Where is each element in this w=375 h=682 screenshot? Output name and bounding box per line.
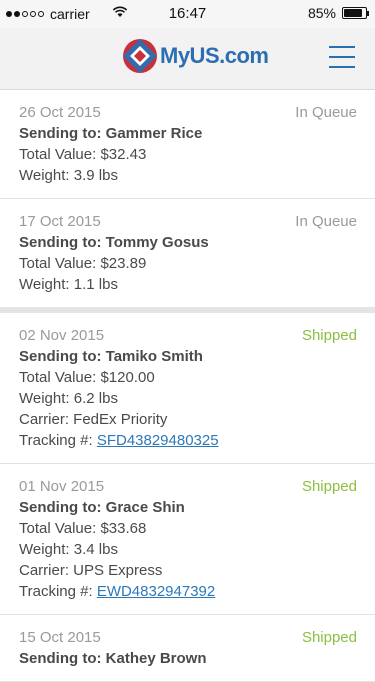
tracking-row: Tracking #: SFD43829480325 <box>19 430 357 451</box>
weight: Weight: 3.9 lbs <box>19 167 118 184</box>
weight: Weight: 1.1 lbs <box>19 276 118 293</box>
package-list: 26 Oct 2015 In Queue Sending to: Gammer … <box>0 90 375 682</box>
status-label: Shipped <box>301 327 357 344</box>
recipient: Sending to: Tommy Gosus <box>19 234 209 251</box>
total-value: Total Value: $23.89 <box>19 255 147 272</box>
package-card[interactable]: 02 Nov 2015 Shipped Sending to: Tamiko S… <box>0 313 375 464</box>
recipient: Sending to: Kathey Brown <box>19 650 207 667</box>
total-value: Total Value: $120.00 <box>19 369 155 386</box>
status-label: In Queue <box>295 104 357 121</box>
logo-globe-icon <box>123 39 157 73</box>
app-header: MyUS.com <box>0 28 375 90</box>
tracking-row: Tracking #: EWD4832947392 <box>19 581 357 602</box>
package-card[interactable]: 15 Oct 2015 Shipped Sending to: Kathey B… <box>0 615 375 682</box>
package-card[interactable]: 17 Oct 2015 In Queue Sending to: Tommy G… <box>0 199 375 313</box>
myus-logo[interactable]: MyUS.com <box>122 38 269 74</box>
battery-icon <box>342 7 369 19</box>
tracking-link[interactable]: EWD4832947392 <box>97 583 215 600</box>
package-card[interactable]: 01 Nov 2015 Shipped Sending to: Grace Sh… <box>0 464 375 615</box>
battery-status: 85% <box>307 5 369 21</box>
recipient: Sending to: Grace Shin <box>19 499 185 516</box>
total-value: Total Value: $33.68 <box>19 520 147 537</box>
status-bar: carrier 16:47 85% <box>0 0 375 28</box>
tracking-link[interactable]: SFD43829480325 <box>97 432 219 449</box>
carrier: Carrier: UPS Express <box>19 562 163 579</box>
tracking-label: Tracking #: <box>19 583 97 600</box>
battery-percent: 85% <box>307 5 336 21</box>
logo-text: MyUS.com <box>160 43 269 68</box>
hamburger-menu-icon[interactable] <box>329 46 355 68</box>
weight: Weight: 3.4 lbs <box>19 541 118 558</box>
total-value: Total Value: $32.43 <box>19 146 147 163</box>
recipient: Sending to: Gammer Rice <box>19 125 203 142</box>
weight: Weight: 6.2 lbs <box>19 390 118 407</box>
carrier: Carrier: FedEx Priority <box>19 411 168 428</box>
status-label: In Queue <box>295 213 357 230</box>
tracking-label: Tracking #: <box>19 432 97 449</box>
package-card[interactable]: 26 Oct 2015 In Queue Sending to: Gammer … <box>0 90 375 199</box>
status-label: Shipped <box>301 629 357 646</box>
recipient: Sending to: Tamiko Smith <box>19 348 203 365</box>
status-label: Shipped <box>301 478 357 495</box>
